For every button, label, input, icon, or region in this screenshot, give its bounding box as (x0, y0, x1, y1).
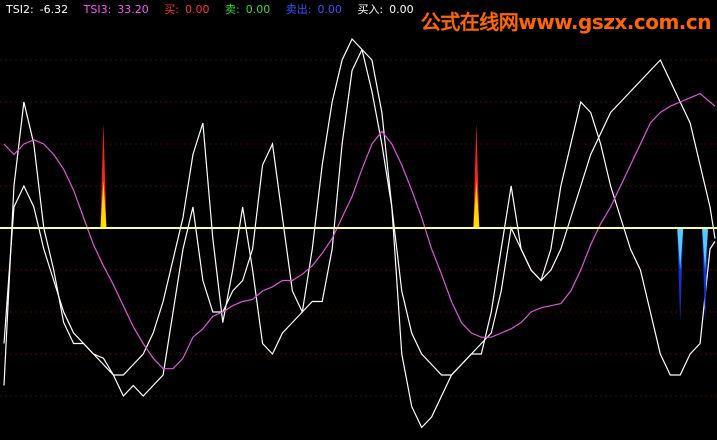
watermark: 公式在线网www.gszx.com.cn (420, 10, 712, 34)
header-value: 0.00 (317, 3, 342, 16)
series-line-tsi2 (3, 48, 716, 429)
header-label: TSI2: (6, 3, 34, 16)
signal-marks (100, 123, 709, 323)
header-value: 33.20 (117, 3, 149, 16)
indicator-header: TSI2: -6.32 TSI3: 33.20 买: 0.00 卖: 0.00 卖出: 0… (6, 3, 426, 16)
header-item-sell: 卖: 0.00 (225, 3, 276, 16)
header-item-sell-out: 卖出: 0.00 (286, 3, 348, 16)
header-item-tsi3: TSI3: 33.20 (84, 3, 155, 16)
header-value: 0.00 (245, 3, 271, 16)
series-line-tsi3 (3, 92, 716, 370)
header-label: 卖: (225, 3, 240, 16)
header-label: TSI3: (83, 3, 112, 16)
header-item-tsi2: TSI2: -6.32 (6, 3, 74, 16)
header-value: 0.00 (389, 3, 414, 16)
indicator-chart (0, 37, 717, 429)
header-item-buy-in: 买入: 0.00 (357, 3, 419, 16)
header-label: 买入: (357, 3, 384, 16)
header-value: -6.32 (39, 3, 69, 16)
header-label: 买: (164, 3, 179, 16)
series-line-series-3 (3, 37, 716, 376)
series-lines (3, 37, 716, 429)
header-item-buy: 买: 0.00 (164, 3, 215, 16)
header-value: 0.00 (185, 3, 210, 16)
header-label: 卖出: (285, 3, 312, 16)
